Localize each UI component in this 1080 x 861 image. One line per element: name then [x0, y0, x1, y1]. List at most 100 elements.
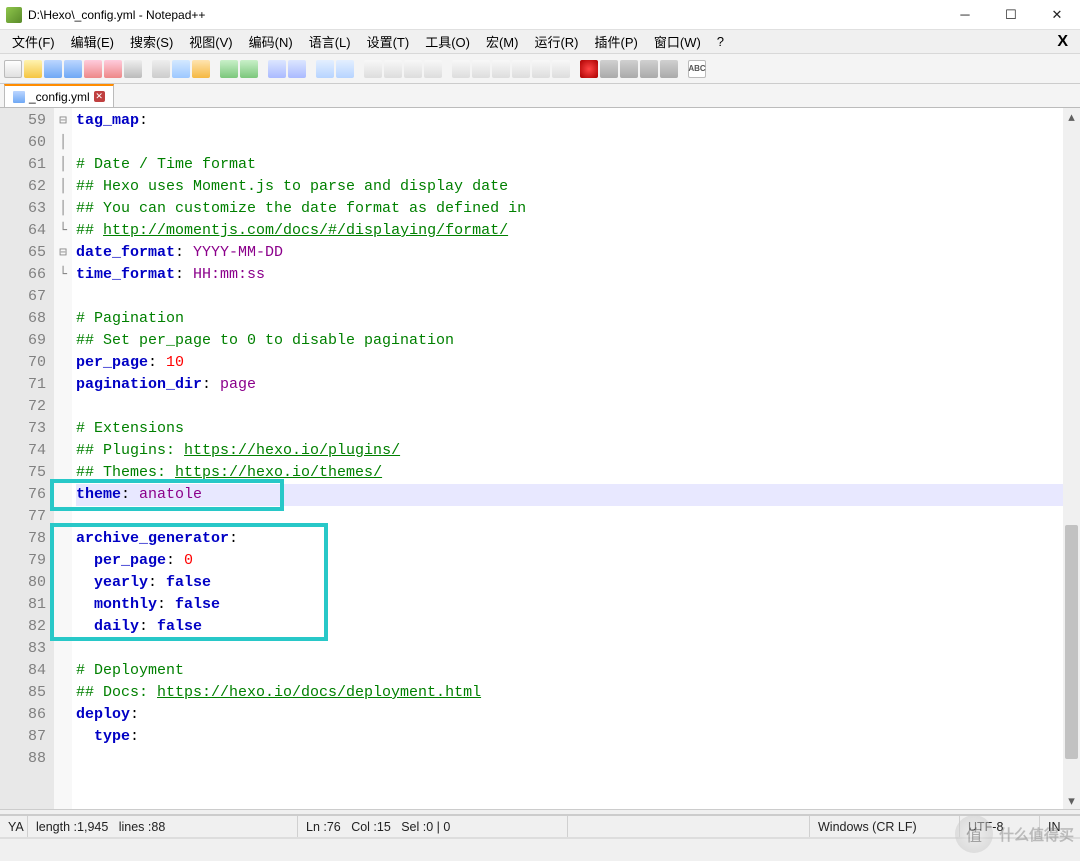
- tab-label: _config.yml: [29, 90, 90, 104]
- doc-map-icon[interactable]: [512, 60, 530, 78]
- code-line[interactable]: # Deployment: [76, 660, 1063, 682]
- code-line[interactable]: [76, 132, 1063, 154]
- watermark: 值 什么值得买: [955, 815, 1074, 853]
- code-line[interactable]: [76, 396, 1063, 418]
- folder-panel-icon[interactable]: [532, 60, 550, 78]
- folder-as-workspace-icon[interactable]: [472, 60, 490, 78]
- close-button[interactable]: ✕: [1034, 0, 1080, 30]
- redo-icon[interactable]: [240, 60, 258, 78]
- sync-h-icon[interactable]: [384, 60, 402, 78]
- macro-play-multi-icon[interactable]: [640, 60, 658, 78]
- allchars-icon[interactable]: [424, 60, 442, 78]
- code-line[interactable]: daily: false: [76, 616, 1063, 638]
- code-line[interactable]: type:: [76, 726, 1063, 748]
- scroll-up-icon[interactable]: ▴: [1063, 108, 1080, 125]
- code-line[interactable]: ## Themes: https://hexo.io/themes/: [76, 462, 1063, 484]
- undo-icon[interactable]: [220, 60, 238, 78]
- tab-bar: _config.yml ✕: [0, 84, 1080, 108]
- indent-guide-icon[interactable]: [452, 60, 470, 78]
- code-line[interactable]: ## Plugins: https://hexo.io/plugins/: [76, 440, 1063, 462]
- monitoring-icon[interactable]: [552, 60, 570, 78]
- watermark-text: 什么值得买: [999, 824, 1074, 845]
- macro-save-icon[interactable]: [660, 60, 678, 78]
- menu-settings[interactable]: 设置(T): [359, 30, 418, 53]
- code-line[interactable]: [76, 506, 1063, 528]
- code-line[interactable]: ## Hexo uses Moment.js to parse and disp…: [76, 176, 1063, 198]
- spellcheck-icon[interactable]: ABC: [688, 60, 706, 78]
- code-line[interactable]: # Date / Time format: [76, 154, 1063, 176]
- macro-stop-icon[interactable]: [600, 60, 618, 78]
- window-controls: ─ ☐ ✕: [942, 0, 1080, 30]
- maximize-button[interactable]: ☐: [988, 0, 1034, 30]
- menu-file[interactable]: 文件(F): [4, 30, 63, 53]
- menu-plugins[interactable]: 插件(P): [587, 30, 646, 53]
- editor[interactable]: 5960616263646566676869707172737475767778…: [0, 108, 1080, 809]
- code-line[interactable]: date_format: YYYY-MM-DD: [76, 242, 1063, 264]
- code-line[interactable]: # Pagination: [76, 308, 1063, 330]
- find-icon[interactable]: [268, 60, 286, 78]
- menu-language[interactable]: 语言(L): [301, 30, 359, 53]
- status-filetype: YA: [0, 816, 28, 837]
- macro-play-icon[interactable]: [620, 60, 638, 78]
- code-line[interactable]: per_page: 0: [76, 550, 1063, 572]
- menubar: 文件(F) 编辑(E) 搜索(S) 视图(V) 编码(N) 语言(L) 设置(T…: [0, 30, 1080, 54]
- scroll-down-icon[interactable]: ▾: [1063, 792, 1080, 809]
- macro-record-icon[interactable]: [580, 60, 598, 78]
- menu-macro[interactable]: 宏(M): [478, 30, 527, 53]
- menu-window[interactable]: 窗口(W): [646, 30, 709, 53]
- code-line[interactable]: ## You can customize the date format as …: [76, 198, 1063, 220]
- code-line[interactable]: # Extensions: [76, 418, 1063, 440]
- cut-icon[interactable]: [152, 60, 170, 78]
- minimize-button[interactable]: ─: [942, 0, 988, 30]
- save-all-icon[interactable]: [64, 60, 82, 78]
- code-line[interactable]: ## http://momentjs.com/docs/#/displaying…: [76, 220, 1063, 242]
- watermark-badge-icon: 值: [955, 815, 993, 853]
- app-icon: [6, 7, 22, 23]
- menu-encoding[interactable]: 编码(N): [241, 30, 301, 53]
- new-file-icon[interactable]: [4, 60, 22, 78]
- zoom-out-icon[interactable]: [336, 60, 354, 78]
- menu-view[interactable]: 视图(V): [181, 30, 240, 53]
- save-icon[interactable]: [44, 60, 62, 78]
- menu-search[interactable]: 搜索(S): [122, 30, 181, 53]
- code-line[interactable]: pagination_dir: page: [76, 374, 1063, 396]
- menubar-close-x[interactable]: X: [1049, 33, 1076, 51]
- code-line[interactable]: ## Set per_page to 0 to disable paginati…: [76, 330, 1063, 352]
- code-line[interactable]: per_page: 10: [76, 352, 1063, 374]
- menu-help[interactable]: ?: [709, 32, 732, 51]
- code-line[interactable]: [76, 286, 1063, 308]
- code-line[interactable]: [76, 638, 1063, 660]
- zoom-in-icon[interactable]: [316, 60, 334, 78]
- code-line[interactable]: ## Docs: https://hexo.io/docs/deployment…: [76, 682, 1063, 704]
- code-line[interactable]: tag_map:: [76, 110, 1063, 132]
- menu-edit[interactable]: 编辑(E): [63, 30, 122, 53]
- wordwrap-icon[interactable]: [404, 60, 422, 78]
- save-tab-icon: [13, 91, 25, 103]
- copy-icon[interactable]: [172, 60, 190, 78]
- vertical-scrollbar[interactable]: ▴ ▾: [1063, 108, 1080, 809]
- paste-icon[interactable]: [192, 60, 210, 78]
- tab-active[interactable]: _config.yml ✕: [4, 84, 114, 107]
- menu-run[interactable]: 运行(R): [526, 30, 586, 53]
- titlebar: D:\Hexo\_config.yml - Notepad++ ─ ☐ ✕: [0, 0, 1080, 30]
- sync-v-icon[interactable]: [364, 60, 382, 78]
- fold-column[interactable]: ⊟││││└⊟└: [54, 108, 72, 809]
- print-icon[interactable]: [124, 60, 142, 78]
- code-line[interactable]: time_format: HH:mm:ss: [76, 264, 1063, 286]
- code-line[interactable]: archive_generator:: [76, 528, 1063, 550]
- replace-icon[interactable]: [288, 60, 306, 78]
- scroll-thumb[interactable]: [1065, 525, 1078, 758]
- open-file-icon[interactable]: [24, 60, 42, 78]
- code-line[interactable]: yearly: false: [76, 572, 1063, 594]
- function-list-icon[interactable]: [492, 60, 510, 78]
- code-line[interactable]: theme: anatole: [76, 484, 1063, 506]
- scroll-track[interactable]: [1063, 125, 1080, 792]
- code-line[interactable]: deploy:: [76, 704, 1063, 726]
- code-line[interactable]: monthly: false: [76, 594, 1063, 616]
- tab-close-icon[interactable]: ✕: [94, 91, 105, 102]
- close-file-icon[interactable]: [84, 60, 102, 78]
- code-line[interactable]: [76, 748, 1063, 770]
- code-area[interactable]: tag_map: # Date / Time format## Hexo uses…: [72, 108, 1063, 809]
- close-all-icon[interactable]: [104, 60, 122, 78]
- menu-tools[interactable]: 工具(O): [417, 30, 478, 53]
